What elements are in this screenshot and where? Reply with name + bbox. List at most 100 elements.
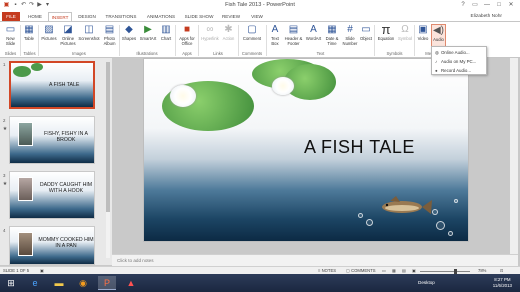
photo-album-button[interactable]: ▤ Photo Album (101, 24, 118, 50)
slide-number-label: 2 (3, 118, 6, 123)
group-label-apps: Apps (182, 51, 192, 56)
slide-canvas[interactable]: A FISH TALE (143, 58, 469, 242)
text-box-icon: A (271, 24, 279, 35)
lotus-flower-graphic (170, 85, 196, 107)
help-button[interactable]: ? (458, 1, 468, 9)
date-time-icon: ▦ (327, 24, 337, 35)
chart-button[interactable]: ▥ Chart (159, 24, 173, 50)
tab-slide-show[interactable]: SLIDE SHOW (182, 12, 216, 21)
action-button[interactable]: ✱ Action (221, 24, 236, 50)
tab-transitions[interactable]: TRANSITIONS (102, 12, 140, 21)
header-footer-button[interactable]: ▤ Header & Footer (283, 24, 304, 50)
thumbnail-scrollbar-thumb[interactable] (106, 62, 110, 212)
slide-number-label: 3 (3, 173, 6, 178)
group-label-symbols: Symbols (386, 51, 403, 56)
slide-photo (18, 122, 33, 146)
tab-view[interactable]: VIEW (246, 12, 268, 21)
slide-title[interactable]: A FISH TALE (304, 137, 415, 158)
online-audio-menu-item[interactable]: ◍ Online Audio... (435, 48, 470, 57)
slide-thumbnail-1[interactable]: A FISH TALE (9, 61, 95, 109)
pictures-button[interactable]: ▨ Pictures (40, 24, 58, 50)
smartart-button[interactable]: ▶ SmartArt (138, 24, 158, 50)
firefox-icon[interactable]: ◉ (74, 276, 92, 290)
equation-button[interactable]: π Equation (376, 22, 396, 50)
group-divider (38, 25, 39, 56)
tab-file[interactable]: FILE (2, 12, 20, 21)
user-account[interactable]: Elizabeth Nohr (471, 12, 502, 21)
online-pictures-icon: ◪ (63, 24, 73, 35)
slide-number-icon: # (347, 24, 353, 35)
slide-scrollbar[interactable] (510, 58, 518, 254)
symbol-button[interactable]: Ω Symbol (397, 24, 413, 50)
bubble-graphic (436, 221, 445, 230)
object-icon: ▭ (361, 24, 371, 35)
audio-on-my-pc-menu-item[interactable]: ♪ Audio on My PC... (435, 57, 476, 66)
transition-star-icon: ★ (2, 181, 8, 187)
transition-star-icon: ★ (2, 126, 8, 132)
date-time-button[interactable]: ▦ Date & Time (323, 24, 341, 50)
comment-button[interactable]: ▢ Comment (240, 24, 264, 50)
group-label-comments: Comments (241, 51, 263, 56)
close-button[interactable]: ✕ (506, 1, 516, 9)
windows-start-icon[interactable]: ⊞ (2, 276, 20, 290)
slide-photo (18, 177, 33, 201)
file-explorer-icon[interactable]: ▬ (50, 276, 68, 290)
group-divider (238, 25, 239, 56)
apps-for-office-button[interactable]: ■ Apps for Office (177, 24, 197, 50)
speaker-icon: ◀) (432, 25, 445, 36)
group-divider (374, 25, 375, 56)
window-title: Fish Tale 2013 - PowerPoint (225, 2, 295, 8)
tab-animations[interactable]: ANIMATIONS (142, 12, 180, 21)
system-clock[interactable]: 8:27 PM 11/6/2013 (493, 277, 512, 288)
maximize-button[interactable]: □ (494, 1, 504, 9)
video-button[interactable]: ▣ Video (416, 24, 430, 50)
zoom-slider[interactable] (420, 271, 470, 272)
screenshot-button[interactable]: ◫ Screenshot (78, 24, 100, 50)
internet-explorer-icon[interactable]: e (26, 276, 44, 290)
screenshot-icon: ◫ (84, 24, 94, 35)
desktop-toolbar-label[interactable]: Desktop (418, 280, 435, 285)
group-divider (414, 25, 415, 56)
photo-album-icon: ▤ (104, 24, 115, 35)
online-pictures-button[interactable]: ◪ Online Pictures (59, 24, 77, 50)
slide-number-button[interactable]: # Slide Number (342, 24, 358, 50)
tab-review[interactable]: REVIEW (218, 12, 244, 21)
slide-thumbnail-title: DADDY CAUGHT HIM WITH A HOOK (39, 182, 93, 194)
new-slide-icon: ▭ (5, 24, 16, 35)
slide-thumbnail-title: MOMMY COOKED HIM IN A PAN (38, 237, 94, 249)
action-icon: ✱ (224, 24, 233, 35)
slide-thumbnail-4[interactable]: MOMMY COOKED HIM IN A PAN (9, 226, 95, 265)
group-divider (198, 25, 199, 56)
slide-thumbnail-2[interactable]: FISHY, FISHY IN A BROOK (9, 116, 95, 164)
clock-date: 11/6/2013 (492, 282, 512, 288)
tab-home[interactable]: HOME (24, 12, 46, 21)
slide-photo (18, 232, 33, 256)
minimize-button[interactable]: — (482, 1, 492, 9)
hyperlink-button[interactable]: ∞ Hyperlink (200, 24, 220, 50)
header-footer-icon: ▤ (288, 24, 299, 35)
tab-insert[interactable]: INSERT (48, 12, 72, 21)
tab-design[interactable]: DESIGN (74, 12, 100, 21)
ribbon-display-options-button[interactable]: ▭ (470, 1, 480, 9)
record-audio-menu-item[interactable]: ● Record Audio... (435, 66, 471, 75)
pictures-icon: ▨ (44, 24, 54, 35)
table-button[interactable]: ▦ Table (22, 24, 36, 50)
chart-icon: ▥ (161, 24, 171, 35)
group-label-images: Images (72, 51, 86, 56)
powerpoint-taskbar-icon[interactable]: P (98, 276, 116, 290)
text-box-button[interactable]: A Text Box (268, 24, 282, 50)
bubble-graphic (448, 231, 453, 236)
object-button[interactable]: ▭ Object (359, 24, 373, 50)
wordart-icon: A (310, 24, 317, 35)
smartart-icon: ▶ (144, 24, 152, 35)
acrobat-icon[interactable]: ▲ (122, 276, 140, 290)
pi-equation-icon: π (381, 22, 391, 37)
table-icon: ▦ (24, 24, 34, 35)
group-divider (175, 25, 176, 56)
wordart-button[interactable]: A WordArt (305, 24, 322, 50)
notes-pane[interactable]: Click to add notes (112, 254, 518, 266)
new-slide-button[interactable]: ▭ New Slide (2, 24, 19, 50)
omega-symbol-icon: Ω (401, 24, 409, 35)
shapes-button[interactable]: ◆ Shapes (121, 24, 137, 50)
slide-thumbnail-3[interactable]: DADDY CAUGHT HIM WITH A HOOK (9, 171, 95, 219)
